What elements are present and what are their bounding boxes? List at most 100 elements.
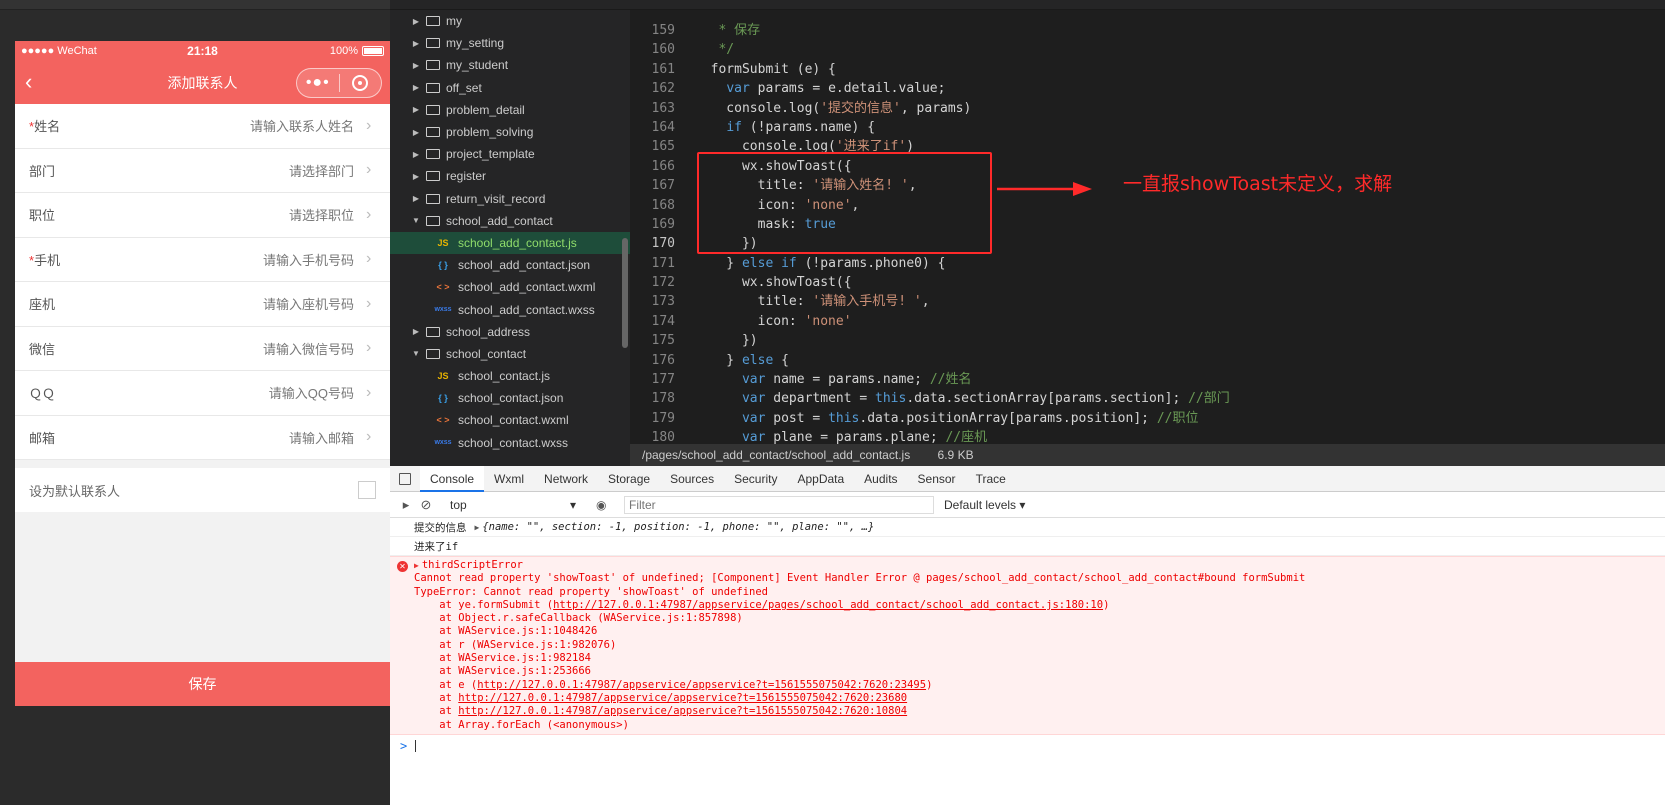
error-title: thirdScriptError <box>421 559 523 571</box>
file-tree-item[interactable]: < > school_contact.wxml <box>390 409 630 431</box>
file-tree-item[interactable]: ▶ return_visit_record <box>390 188 630 210</box>
filter-input[interactable] <box>624 495 934 514</box>
form-row[interactable]: *手机 请输入手机号码 › <box>15 238 390 282</box>
field-placeholder[interactable]: 请输入邮箱 <box>109 428 366 447</box>
file-tree-item[interactable]: ▶ my <box>390 10 630 32</box>
caret-down-icon: ▼ <box>412 349 420 359</box>
more-icon[interactable]: •●• <box>297 74 339 92</box>
file-tree-item[interactable]: ▼ school_contact <box>390 343 630 365</box>
form-row[interactable]: 部门 请选择部门 › <box>15 149 390 193</box>
file-tree-item[interactable]: ▶ problem_solving <box>390 121 630 143</box>
stack-link[interactable]: http://127.0.0.1:47987/appservice/appser… <box>458 705 907 717</box>
form-row[interactable]: ＱＱ 请输入QQ号码 › <box>15 371 390 416</box>
log-row: 进来了if <box>390 537 1665 556</box>
tab-console[interactable]: Console <box>420 465 485 492</box>
file-tree-item[interactable]: wxss school_add_contact.wxss <box>390 298 630 320</box>
back-arrow-icon[interactable]: ‹ <box>25 71 47 93</box>
file-tree-item[interactable]: ▶ school_address <box>390 321 630 343</box>
tab-sensor[interactable]: Sensor <box>908 466 966 492</box>
code-token: this <box>828 410 860 426</box>
file-tree-item[interactable]: ▶ my_setting <box>390 32 630 54</box>
folder-icon <box>426 16 440 27</box>
file-tree-scrollbar[interactable] <box>622 238 628 348</box>
stack-link[interactable]: http://127.0.0.1:47987/appservice/appser… <box>477 679 926 691</box>
context-select[interactable]: top ▾ <box>450 498 580 512</box>
file-tree-label: return_visit_record <box>446 191 546 206</box>
console-prompt[interactable]: > <box>390 735 1665 757</box>
code-line: 161 formSubmit (e) { <box>630 60 1665 79</box>
file-tree-label: project_template <box>446 147 535 162</box>
form-row[interactable]: *姓名 请输入联系人姓名 › <box>15 104 390 149</box>
tab-security[interactable]: Security <box>724 466 787 492</box>
line-number: 174 <box>651 313 675 329</box>
line-number: 161 <box>651 61 675 77</box>
code-line: 175 }) <box>630 331 1665 350</box>
simulator-toolbar <box>0 0 405 10</box>
tab-audits[interactable]: Audits <box>854 466 907 492</box>
tab-storage[interactable]: Storage <box>598 466 660 492</box>
text-caret <box>415 739 417 752</box>
field-placeholder[interactable]: 请输入微信号码 <box>109 339 366 358</box>
stack-frame: at e (http://127.0.0.1:47987/appservice/… <box>414 679 1665 692</box>
field-placeholder[interactable]: 请输入座机号码 <box>109 294 366 313</box>
code-text: }) <box>695 333 758 349</box>
file-tree-item[interactable]: ▶ problem_detail <box>390 99 630 121</box>
file-tree-item[interactable]: JS school_add_contact.js <box>390 231 630 255</box>
field-placeholder[interactable]: 请输入联系人姓名 <box>109 116 366 135</box>
default-contact-checkbox[interactable] <box>358 481 376 499</box>
file-tree-item[interactable]: JS school_contact.js <box>390 365 630 387</box>
form-row[interactable]: 职位 请选择职位 › <box>15 193 390 238</box>
default-contact-row[interactable]: 设为默认联系人 <box>15 468 390 512</box>
menu-capsule: •●• <box>296 68 382 98</box>
sidebar-toggle-icon[interactable]: ▸ <box>396 497 416 513</box>
tab-network[interactable]: Network <box>534 466 598 492</box>
stack-frame: at ye.formSubmit (http://127.0.0.1:47987… <box>414 599 1665 612</box>
file-tree-item[interactable]: ▶ off_set <box>390 77 630 99</box>
file-tree-item[interactable]: ▶ register <box>390 165 630 187</box>
tab-trace[interactable]: Trace <box>966 466 1016 492</box>
field-placeholder[interactable]: 请输入QQ号码 <box>109 383 366 402</box>
tab-wxml[interactable]: Wxml <box>484 466 534 492</box>
clear-console-icon[interactable]: ⊘ <box>416 497 436 513</box>
file-tree-item[interactable]: ▶ project_template <box>390 143 630 165</box>
file-tree-label: school_add_contact.js <box>458 235 577 250</box>
code-line: 177 var name = params.name; //姓名 <box>630 370 1665 389</box>
form-row[interactable]: 座机 请输入座机号码 › <box>15 282 390 327</box>
code-text: } else if (!params.phone0) { <box>695 255 946 271</box>
tab-appdata[interactable]: AppData <box>787 466 854 492</box>
annotation-arrow-icon <box>997 182 1092 196</box>
log-levels-dropdown[interactable]: Default levels ▾ <box>944 498 1025 512</box>
file-tree-label: school_add_contact.wxss <box>458 302 595 317</box>
field-label-text: 手机 <box>34 252 61 268</box>
eye-icon[interactable]: ◉ <box>596 498 616 512</box>
stack-link[interactable]: http://127.0.0.1:47987/appservice/appser… <box>458 692 907 704</box>
form-row[interactable]: 邮箱 请输入邮箱 › <box>15 416 390 460</box>
file-tree-item[interactable]: wxss school_contact.wxss <box>390 432 630 454</box>
field-placeholder[interactable]: 请输入手机号码 <box>109 250 366 269</box>
phone-status-bar: ●●●●● WeChat 21:18 100% <box>15 41 390 61</box>
code-token: //部门 <box>1188 391 1230 407</box>
tab-sources[interactable]: Sources <box>660 466 724 492</box>
file-tree-item[interactable]: { } school_contact.json <box>390 387 630 409</box>
error-title-row[interactable]: ▶ thirdScriptError <box>414 559 1665 572</box>
form-row[interactable]: 微信 请输入微信号码 › <box>15 327 390 371</box>
stack-link[interactable]: http://127.0.0.1:47987/appservice/pages/… <box>553 599 1103 611</box>
log-object[interactable]: ▶ {name: "", section: -1, position: -1, p… <box>475 521 875 533</box>
file-tree-item[interactable]: < > school_add_contact.wxml <box>390 276 630 298</box>
code-token: //座机 <box>945 430 988 444</box>
save-button[interactable]: 保存 <box>15 662 390 706</box>
close-miniprogram-button[interactable] <box>339 75 381 91</box>
field-label: 职位 <box>29 205 109 224</box>
error-type: TypeError: Cannot read property 'showToa… <box>414 585 769 598</box>
file-tree-item[interactable]: ▶ my_student <box>390 54 630 76</box>
file-tree-item[interactable]: { } school_add_contact.json <box>390 254 630 276</box>
field-placeholder[interactable]: 请选择职位 <box>109 205 366 224</box>
stack-frame: at http://127.0.0.1:47987/appservice/app… <box>414 692 1665 705</box>
code-text: icon: 'none' <box>695 313 852 329</box>
error-text: Cannot read property 'showToast' of unde… <box>414 572 1306 585</box>
file-tree-item[interactable]: ▼ school_add_contact <box>390 210 630 232</box>
inspect-element-button[interactable] <box>390 466 420 492</box>
file-tree-label: school_add_contact <box>446 213 553 228</box>
stack-text: ) <box>926 678 933 691</box>
field-placeholder[interactable]: 请选择部门 <box>109 161 366 180</box>
